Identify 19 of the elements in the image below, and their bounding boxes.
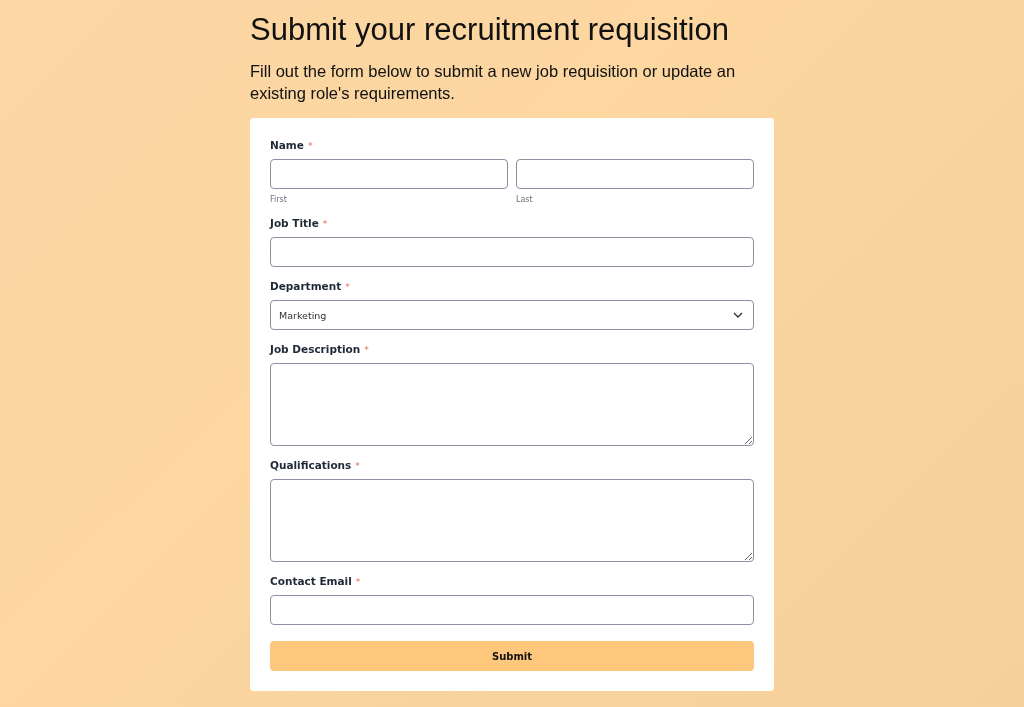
intro-text: Fill out the form below to submit a new job requisition or update an existing role's requirements. <box>250 61 737 104</box>
field-label: Department * <box>270 279 351 293</box>
field-label: Job Title * <box>270 216 329 230</box>
chevron-down-icon <box>733 312 743 318</box>
page-title: Submit your recruitment requisition <box>250 12 730 48</box>
input-field[interactable] <box>516 159 754 189</box>
text-area[interactable] <box>270 479 754 562</box>
field-sublabel: First <box>270 195 288 204</box>
dropdown[interactable]: Marketing <box>270 300 754 330</box>
field-sublabel: Last <box>516 195 534 204</box>
field-label: Contact Email * <box>270 574 362 588</box>
field-label: Qualifications * <box>270 458 361 472</box>
field-label: Name * <box>270 138 314 152</box>
input-field[interactable] <box>270 595 754 625</box>
submit-button[interactable]: Submit <box>270 641 754 671</box>
input-field[interactable] <box>270 237 754 267</box>
input-field[interactable] <box>270 159 508 189</box>
field-label: Job Description * <box>270 342 370 356</box>
text-area[interactable] <box>270 363 754 446</box>
